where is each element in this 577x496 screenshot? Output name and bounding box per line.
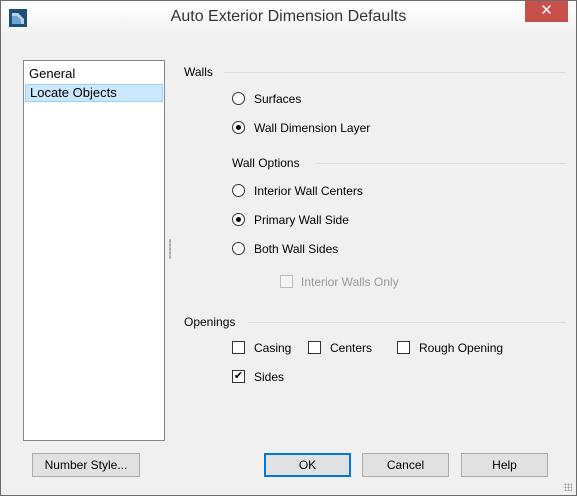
wall-options-group-divider: [316, 163, 566, 164]
openings-group-divider: [248, 322, 566, 323]
number-style-button[interactable]: Number Style...: [32, 453, 140, 477]
interior-wall-centers-radio[interactable]: [232, 184, 245, 197]
cancel-button[interactable]: Cancel: [362, 453, 449, 477]
wall-options-group-label: Wall Options: [232, 156, 300, 170]
casing-label: Casing: [254, 341, 292, 355]
walls-group-label: Walls: [184, 65, 213, 79]
sides-checkbox[interactable]: ✔: [232, 370, 245, 383]
surfaces-radio[interactable]: [232, 92, 245, 105]
surfaces-label: Surfaces: [254, 92, 302, 106]
interior-wall-centers-label: Interior Wall Centers: [254, 184, 363, 198]
openings-group-label: Openings: [184, 315, 236, 329]
ok-button[interactable]: OK: [264, 453, 351, 477]
walls-group-divider: [224, 72, 566, 73]
checkmark-icon: ✔: [233, 370, 244, 382]
primary-wall-side-label: Primary Wall Side: [254, 213, 349, 227]
primary-wall-side-radio[interactable]: [232, 213, 245, 226]
category-list[interactable]: General Locate Objects: [23, 60, 165, 441]
wall-dimension-layer-label: Wall Dimension Layer: [254, 121, 371, 135]
nav-item-general[interactable]: General: [25, 65, 163, 83]
nav-item-label: General: [29, 66, 76, 81]
help-button[interactable]: Help: [461, 453, 548, 477]
both-wall-sides-label: Both Wall Sides: [254, 242, 339, 256]
sides-label: Sides: [254, 370, 285, 384]
wall-dimension-layer-radio[interactable]: [232, 121, 245, 134]
close-button[interactable]: ✕: [525, 1, 568, 22]
centers-label: Centers: [330, 341, 373, 355]
panel-splitter[interactable]: [169, 239, 171, 259]
resize-grip-icon[interactable]: [564, 483, 572, 491]
dialog-window: Auto Exterior Dimension Defaults ✕ Gener…: [0, 0, 577, 496]
casing-checkbox[interactable]: [232, 341, 245, 354]
dialog-title: Auto Exterior Dimension Defaults: [170, 8, 407, 25]
centers-checkbox[interactable]: [308, 341, 321, 354]
nav-item-label: Locate Objects: [30, 85, 117, 100]
interior-walls-only-label: Interior Walls Only: [301, 275, 399, 289]
nav-item-locate-objects[interactable]: Locate Objects: [25, 84, 163, 102]
rough-opening-label: Rough Opening: [419, 341, 504, 355]
title-bar[interactable]: Auto Exterior Dimension Defaults ✕: [1, 1, 576, 32]
close-icon: ✕: [540, 2, 553, 19]
interior-walls-only-checkbox[interactable]: [280, 275, 293, 288]
both-wall-sides-radio[interactable]: [232, 242, 245, 255]
rough-opening-checkbox[interactable]: [397, 341, 410, 354]
